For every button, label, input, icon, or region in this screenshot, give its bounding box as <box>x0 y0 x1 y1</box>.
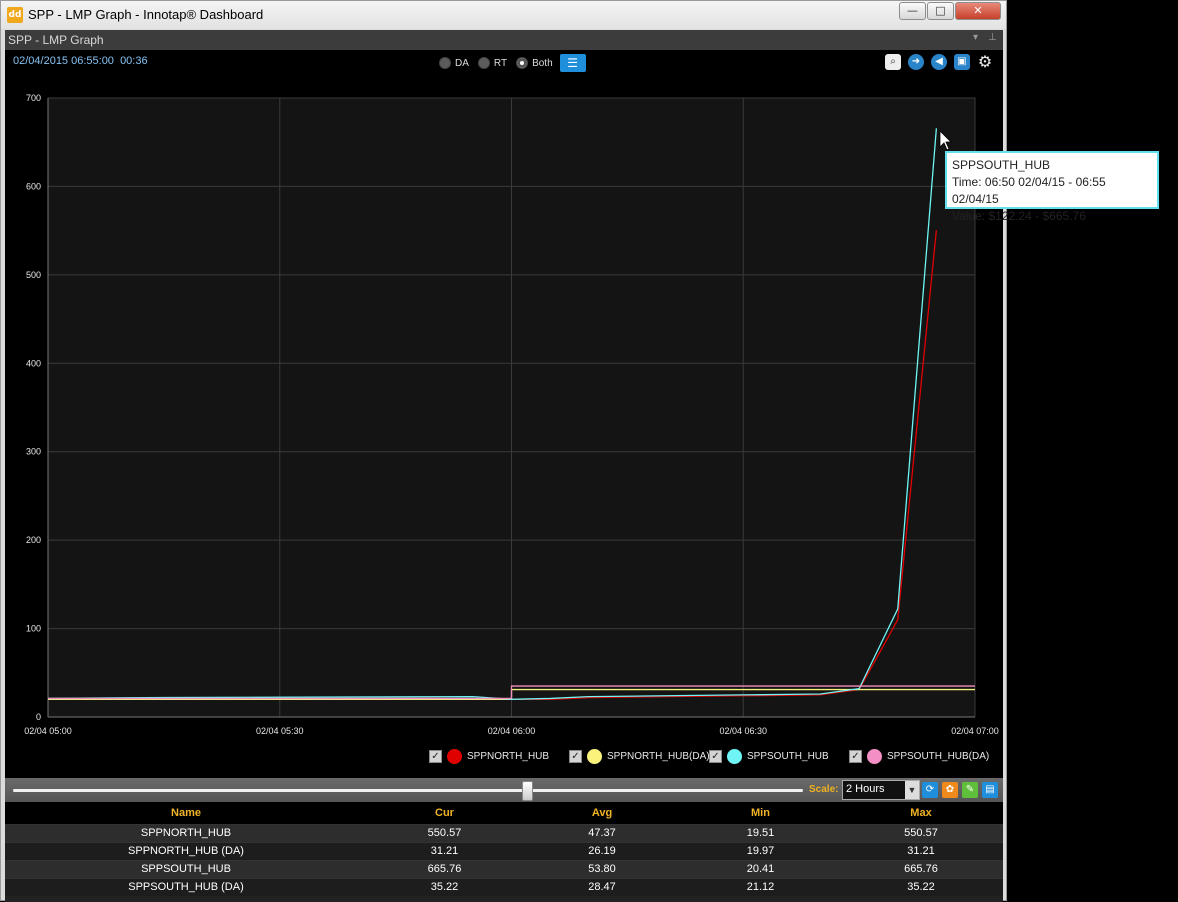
table-icon[interactable]: ▤ <box>982 782 998 798</box>
edit-icon[interactable]: ✎ <box>962 782 978 798</box>
x-tick-label: 02/04 06:30 <box>719 726 767 736</box>
table-header: Name Cur Avg Min Max <box>5 802 1003 824</box>
legend-swatch <box>727 748 742 764</box>
header-name[interactable]: Name <box>5 802 367 824</box>
table-row[interactable]: SPPNORTH_HUB (DA) 31.21 26.19 19.97 31.2… <box>5 842 1003 860</box>
time-slider-track[interactable] <box>13 789 803 792</box>
cell-avg: 53.80 <box>588 863 616 875</box>
cell-avg: 28.47 <box>588 881 616 893</box>
checkbox-icon[interactable]: ✓ <box>849 749 862 763</box>
cell-max: 550.57 <box>904 827 938 839</box>
tooltip-series: SPPSOUTH_HUB <box>952 158 1051 172</box>
cell-max: 31.21 <box>907 845 935 857</box>
time-slider-handle[interactable] <box>522 781 533 801</box>
cell-name: SPPNORTH_HUB <box>140 827 232 839</box>
scale-select[interactable]: 2 Hours ▼ <box>842 780 920 800</box>
table-row[interactable]: SPPSOUTH_HUB 665.76 53.80 20.41 665.76 <box>5 860 1003 878</box>
cell-avg: 47.37 <box>588 827 616 839</box>
checkbox-icon[interactable]: ✓ <box>709 749 722 763</box>
y-tick-label: 700 <box>26 93 41 103</box>
y-tick-label: 300 <box>26 447 41 457</box>
legend-item-sppnorth-hub-da[interactable]: ✓ SPPNORTH_HUB(DA) <box>569 747 710 765</box>
refresh-icon[interactable]: ⟳ <box>922 782 938 798</box>
legend-swatch <box>587 748 602 764</box>
y-tick-label: 0 <box>36 712 41 722</box>
chevron-down-icon[interactable]: ▼ <box>905 781 919 799</box>
table-row[interactable]: SPPNORTH_HUB 550.57 47.37 19.51 550.57 <box>5 824 1003 842</box>
y-tick-label: 100 <box>26 624 41 634</box>
cell-cur: 35.22 <box>430 881 459 893</box>
checkbox-icon[interactable]: ✓ <box>569 749 582 763</box>
legend-swatch <box>867 748 882 764</box>
cell-min: 20.41 <box>746 863 775 875</box>
checkbox-icon[interactable]: ✓ <box>429 749 442 763</box>
scale-bar: Scale: 2 Hours ▼ ⟳ ✿ ✎ ▤ <box>5 778 1003 802</box>
legend-label: SPPSOUTH_HUB(DA) <box>887 750 990 762</box>
cell-cur: 31.21 <box>430 845 459 857</box>
y-tick-label: 600 <box>26 181 41 191</box>
legend-label: SPPNORTH_HUB <box>467 750 550 762</box>
cell-avg: 26.19 <box>588 845 616 857</box>
legend-item-sppnorth-hub[interactable]: ✓ SPPNORTH_HUB <box>429 747 549 765</box>
cell-max: 35.22 <box>907 881 935 893</box>
table-row[interactable]: SPPSOUTH_HUB (DA) 35.22 28.47 21.12 35.2… <box>5 878 1003 896</box>
tooltip-value: Value: $122.24 - $665.76 <box>952 209 1086 223</box>
x-tick-label: 02/04 07:00 <box>951 726 999 736</box>
legend-item-sppsouth-hub-da[interactable]: ✓ SPPSOUTH_HUB(DA) <box>849 747 989 765</box>
cell-min: 19.97 <box>746 845 775 857</box>
cell-name: SPPSOUTH_HUB <box>141 863 231 875</box>
header-avg[interactable]: Avg <box>522 802 682 824</box>
x-tick-label: 02/04 05:00 <box>24 726 72 736</box>
tooltip-time: Time: 06:50 02/04/15 - 06:55 02/04/15 <box>952 175 1106 206</box>
chart-tooltip: SPPSOUTH_HUB Time: 06:50 02/04/15 - 06:5… <box>945 151 1159 223</box>
legend-item-sppsouth-hub[interactable]: ✓ SPPSOUTH_HUB <box>709 747 829 765</box>
x-tick-label: 02/04 05:30 <box>256 726 304 736</box>
lmp-chart[interactable]: 0 100 200 300 400 500 600 700 02/04 05:00 02/04 0… <box>0 0 1007 745</box>
cell-max: 665.76 <box>904 863 938 875</box>
stats-table: Name Cur Avg Min Max SPPNORTH_HUB 550.57… <box>5 802 1003 902</box>
cell-cur: 550.57 <box>427 827 462 839</box>
scale-label: Scale: <box>809 784 839 795</box>
header-min[interactable]: Min <box>682 802 839 824</box>
y-tick-label: 400 <box>26 358 41 368</box>
cell-name: SPPSOUTH_HUB (DA) <box>128 881 244 893</box>
header-cur[interactable]: Cur <box>367 802 522 824</box>
y-tick-label: 200 <box>26 535 41 545</box>
cell-min: 21.12 <box>746 881 775 893</box>
cell-cur: 665.76 <box>427 863 462 875</box>
scale-value: 2 Hours <box>846 783 885 795</box>
x-tick-label: 02/04 06:00 <box>488 726 536 736</box>
header-max[interactable]: Max <box>839 802 1003 824</box>
legend-swatch <box>447 748 462 764</box>
cell-min: 19.51 <box>746 827 775 839</box>
palette-icon[interactable]: ✿ <box>942 782 958 798</box>
legend-label: SPPSOUTH_HUB <box>747 750 829 762</box>
y-tick-label: 500 <box>26 270 41 280</box>
cell-name: SPPNORTH_HUB (DA) <box>128 845 244 857</box>
legend-label: SPPNORTH_HUB(DA) <box>607 750 710 762</box>
